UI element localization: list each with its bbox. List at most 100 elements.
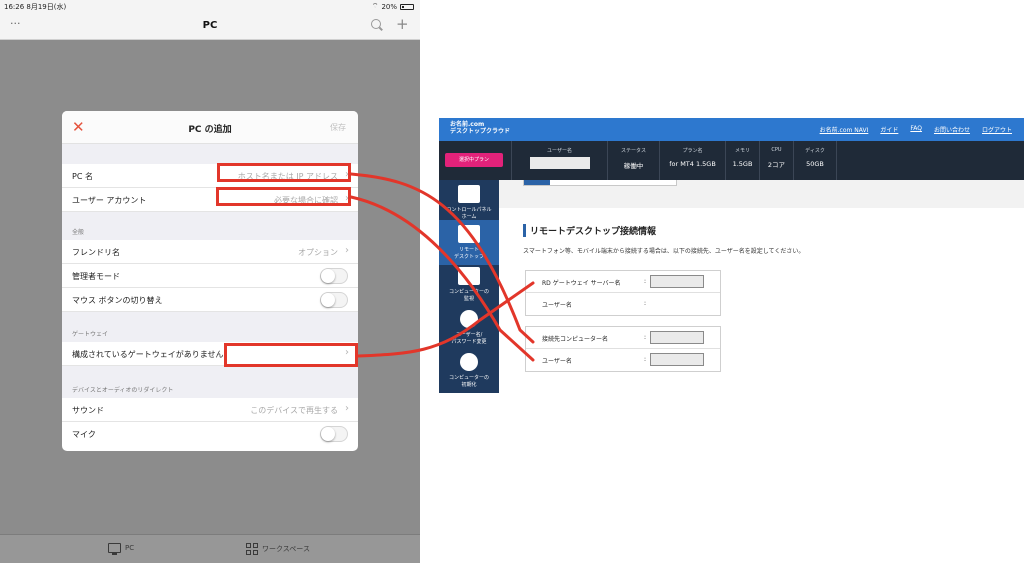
search-icon[interactable] [371,19,381,29]
info-plan-header: プラン名 [682,148,703,154]
info-status: ステータス 稼働中 [607,141,659,180]
top-navigation: お名前.com NAVI ガイド FAQ お問い合わせ ログアウト [820,125,1012,134]
computer-user-label: ユーザー名 [542,358,572,365]
info-cpu-value: 2コア [767,161,786,169]
info-cpu: CPU 2コア [759,141,793,180]
swap-mouse-label: マウス ボタンの切り替え [72,296,163,305]
battery-percent: 20% [381,2,397,11]
sidebar-label: リモート [458,247,479,253]
modal-title: PC の追加 [188,125,232,135]
modal-header: ✕ PC の追加 保存 [62,111,358,144]
sidebar-label: ユーザー名/ [455,332,483,338]
info-plan-value: for MT4 1.5GB [669,160,716,168]
highlight-user-account [216,187,351,206]
tab-workspace[interactable]: ワークスペース [246,543,310,555]
brand-line2: デスクトップクラウド [450,128,511,135]
highlight-gateway [224,343,358,367]
mic-toggle[interactable] [320,426,348,442]
brand-line1: お名前.com [450,121,485,128]
selected-plan-button[interactable]: 選択中プラン [445,153,503,167]
web-topbar: お名前.com デスクトップクラウド お名前.com NAVI ガイド FAQ … [439,118,1024,141]
save-button[interactable]: 保存 [330,122,346,133]
sound-label: サウンド [72,406,104,415]
sidebar-label: 初期化 [461,382,477,388]
add-icon[interactable]: + [396,15,409,33]
computer-user-row: ユーザー名 : [526,349,720,371]
sidebar-label: コンピューターの [448,375,489,381]
tab-pc-label: PC [125,544,135,552]
section-spacer [62,144,358,164]
chevron-right-icon: › [345,245,349,256]
section-gateway: ゲートウェイ [62,312,358,342]
nav-link-navi[interactable]: お名前.com NAVI [820,125,869,134]
swap-mouse-toggle[interactable] [320,292,348,308]
refresh-icon [460,353,478,371]
computer-name-label: 接続先コンピューター名 [542,336,609,343]
info-disk-header: ディスク [805,148,825,154]
web-control-panel: お名前.com デスクトップクラウド お名前.com NAVI ガイド FAQ … [439,118,1024,393]
info-status-header: ステータス [620,148,646,154]
friendly-name-row[interactable]: フレンドリ名 オプション › [62,240,358,264]
gateway-user-row: ユーザー名 : [526,293,720,315]
gateway-user-label: ユーザー名 [542,302,572,309]
info-username: ユーザー名 [511,141,607,180]
sidebar-item-reset[interactable]: コンピューターの 初期化 [439,348,499,393]
sidebar-label: 監視 [463,296,474,302]
rd-info-content: リモートデスクトップ接続情報 スマートフォン等、モバイル端末から接続する場合は、… [499,208,1024,393]
highlight-pc-name [217,163,351,182]
nav-title: PC [202,20,218,31]
gateway-server-row: RD ゲートウェイ サーバー名 : [526,271,720,293]
tab-bar: PC ワークスペース [0,534,420,563]
nav-link-logout[interactable]: ログアウト [982,125,1012,134]
mic-label: マイク [72,430,96,439]
nav-link-contact[interactable]: お問い合わせ [934,125,970,134]
info-disk-value: 50GB [806,160,824,168]
computer-user-value [650,353,704,366]
info-memory-value: 1.5GB [732,160,753,168]
home-icon [458,185,480,203]
info-plan: プラン名 for MT4 1.5GB [659,141,725,180]
nav-bar: ··· PC + [0,13,420,40]
monitor-icon [108,543,121,555]
ipad-screen: 16:26 8月19日(水) ⌔ 20% ··· PC + ✕ PC の追加 保… [0,0,420,563]
info-username-value [529,157,590,169]
colon: : [644,356,647,363]
chevron-right-icon: › [345,403,349,414]
section-title: リモートデスクトップ接続情報 [523,224,656,237]
monitor-chart-icon [458,267,480,285]
colon: : [644,278,647,285]
sidebar-item-remote-desktop[interactable]: リモート デスクトップ [439,220,499,265]
sidebar-item-password[interactable]: ユーザー名/ パスワード変更 [439,305,499,350]
screenshot-root: 16:26 8月19日(水) ⌔ 20% ··· PC + ✕ PC の追加 保… [0,0,1024,563]
admin-mode-row: 管理者モード [62,264,358,288]
colon: : [644,300,647,307]
sidebar-label: コンピューターの [448,289,489,295]
sidebar-item-home[interactable]: コントロールパネル ホーム [439,180,499,225]
tab-pc[interactable]: PC [108,543,135,555]
sound-row[interactable]: サウンド このデバイスで再生する › [62,398,358,422]
tab-workspace-label: ワークスペース [262,545,310,553]
computer-info-box: 接続先コンピューター名 : ユーザー名 : [525,326,721,372]
info-memory-header: メモリ [734,148,750,154]
user-icon [460,310,478,328]
content-tab-strip [523,180,677,186]
add-pc-modal: ✕ PC の追加 保存 PC 名 ホスト名または IP アドレス › ユーザー … [62,111,358,451]
section-redirect: デバイスとオーディオのリダイレクト [62,366,358,398]
admin-mode-toggle[interactable] [320,268,348,284]
info-disk: ディスク 50GB [793,141,837,180]
nav-link-guide[interactable]: ガイド [880,125,898,134]
sidebar-item-monitoring[interactable]: コンピューターの 監視 [439,262,499,307]
battery-icon [400,3,414,10]
nav-link-faq[interactable]: FAQ [910,125,922,134]
admin-mode-label: 管理者モード [72,272,120,281]
friendly-name-value: オプション [298,248,338,257]
sidebar-label: パスワード変更 [451,339,487,345]
sidebar-label: コントロールパネル [446,207,492,213]
status-time: 16:26 8月19日(水) [4,3,67,11]
sound-value: このデバイスで再生する [250,406,338,415]
brand-logo[interactable]: お名前.com デスクトップクラウド [450,121,510,135]
sidebar-label: ホーム [461,214,477,220]
status-battery: ⌔ 20% [372,2,414,11]
info-cpu-header: CPU [771,147,782,153]
info-memory: メモリ 1.5GB [725,141,759,180]
